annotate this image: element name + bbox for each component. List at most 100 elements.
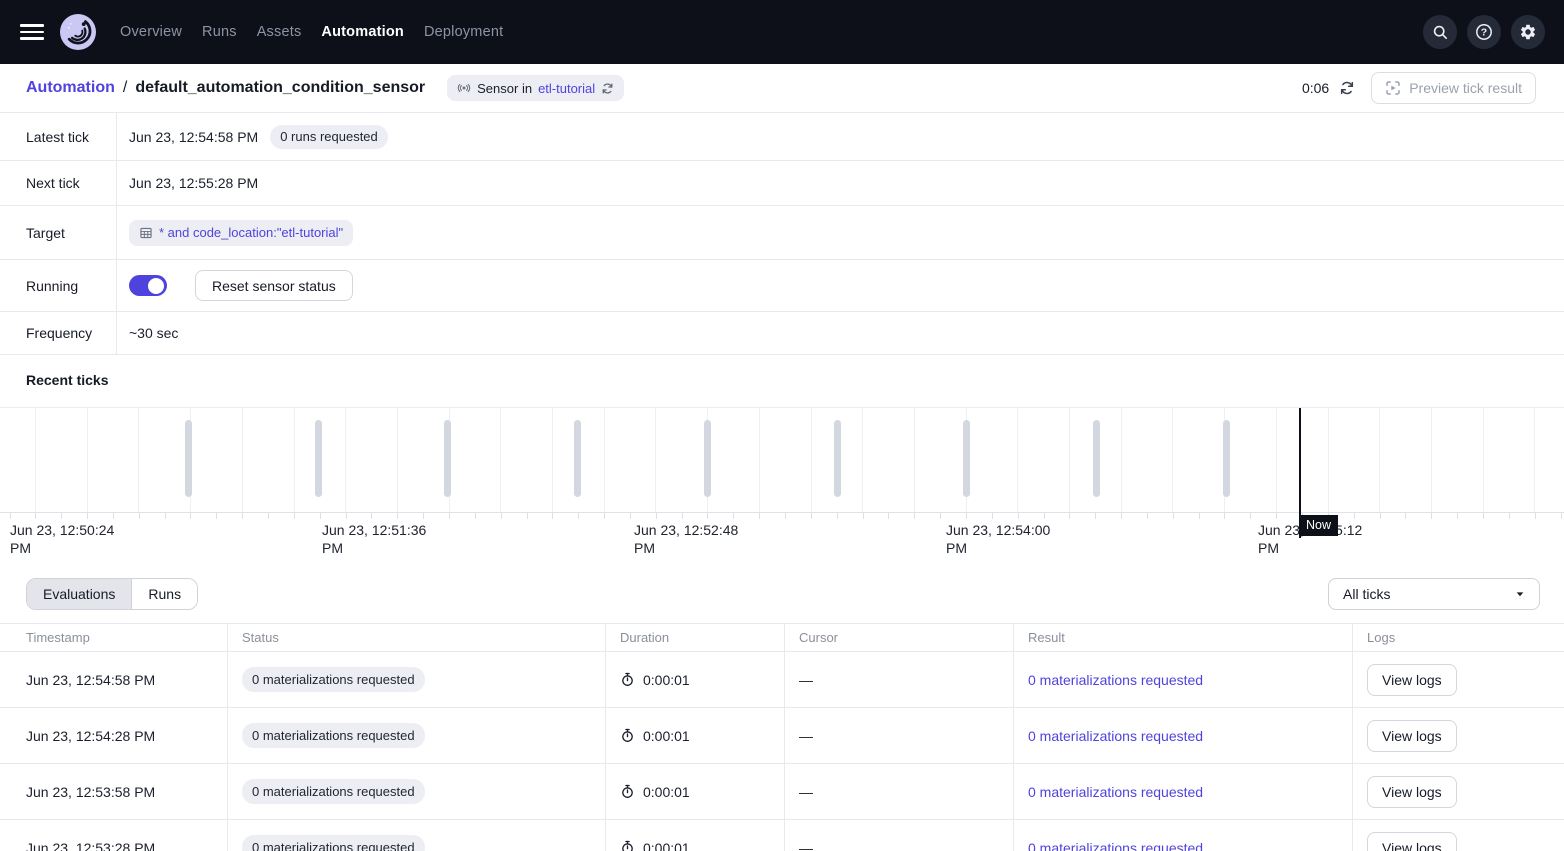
axis-tick-mark (1509, 513, 1510, 519)
refresh-countdown: 0:06 (1302, 80, 1329, 96)
view-logs-button[interactable]: View logs (1367, 720, 1457, 752)
chart-gridline (1483, 408, 1484, 512)
tick-status-badge: 0 materializations requested (242, 667, 425, 692)
table-row: Jun 23, 12:54:58 PM 0 materializations r… (0, 652, 1564, 708)
chart-gridline (87, 408, 88, 512)
tab-evaluations[interactable]: Evaluations (27, 579, 131, 609)
chart-gridline (1328, 408, 1329, 512)
axis-tick-mark (216, 513, 217, 519)
view-logs-button[interactable]: View logs (1367, 664, 1457, 696)
view-logs-button[interactable]: View logs (1367, 776, 1457, 808)
axis-tick-mark (1250, 513, 1251, 519)
axis-tick-mark (1276, 513, 1277, 519)
sensor-details: Latest tick Jun 23, 12:54:58 PM 0 runs r… (0, 113, 1564, 355)
tick-filter-dropdown[interactable]: All ticks (1328, 578, 1540, 610)
menu-icon[interactable] (20, 18, 48, 46)
latest-tick-label: Latest tick (0, 113, 117, 160)
tick-result-link[interactable]: 0 materializations requested (1028, 784, 1203, 800)
preview-tick-icon (1385, 80, 1401, 96)
axis-tick-mark (1457, 513, 1458, 519)
axis-tick-mark (966, 513, 967, 519)
tab-runs[interactable]: Runs (131, 579, 197, 609)
reload-location-icon[interactable] (601, 82, 614, 95)
nav-item-assets[interactable]: Assets (257, 24, 302, 40)
chart-gridline (552, 408, 553, 512)
breadcrumb-automation-link[interactable]: Automation (26, 79, 115, 97)
axis-label: Jun 23, 12:54:00 PM (946, 521, 1054, 557)
chart-gridline (35, 408, 36, 512)
axis-tick-mark (87, 513, 88, 519)
nav-item-runs[interactable]: Runs (202, 24, 237, 40)
latest-tick-value: Jun 23, 12:54:58 PM (129, 129, 258, 145)
chart-gridline (655, 408, 656, 512)
frequency-label: Frequency (0, 312, 117, 354)
tick-result-link[interactable]: 0 materializations requested (1028, 840, 1203, 851)
axis-label: Jun 23, 12:50:24 PM (10, 521, 118, 557)
axis-tick-mark (371, 513, 372, 519)
chart-gridline (1276, 408, 1277, 512)
tick-bar[interactable] (834, 420, 841, 497)
dagster-logo[interactable] (60, 14, 96, 50)
nav-item-overview[interactable]: Overview (120, 24, 182, 40)
recent-ticks-chart[interactable]: Jun 23, 12:50:24 PMJun 23, 12:51:36 PMJu… (0, 407, 1564, 552)
tick-cursor: — (784, 764, 1013, 819)
axis-tick-mark (10, 513, 11, 519)
axis-tick-mark (527, 513, 528, 519)
axis-tick-mark (1431, 513, 1432, 519)
axis-tick-mark (294, 513, 295, 519)
next-tick-value: Jun 23, 12:55:28 PM (129, 175, 258, 191)
running-label: Running (0, 260, 117, 311)
gear-icon[interactable] (1511, 15, 1545, 49)
axis-tick-mark (733, 513, 734, 519)
tick-bar[interactable] (574, 420, 581, 497)
tick-result-link[interactable]: 0 materializations requested (1028, 672, 1203, 688)
chevron-down-icon (1513, 587, 1527, 601)
axis-tick-mark (1069, 513, 1070, 519)
tick-timestamp: Jun 23, 12:53:28 PM (0, 820, 227, 851)
breadcrumb-row: Automation / default_automation_conditio… (0, 64, 1564, 113)
latest-tick-status-badge: 0 runs requested (270, 125, 388, 149)
tick-bar[interactable] (315, 420, 322, 497)
refresh-icon[interactable] (1339, 80, 1355, 96)
asset-selection-badge[interactable]: * and code_location:"etl-tutorial" (129, 220, 353, 246)
breadcrumb: Automation / default_automation_conditio… (26, 75, 624, 101)
chart-gridline (1017, 408, 1018, 512)
tick-timestamp: Jun 23, 12:53:58 PM (0, 764, 227, 819)
tick-bar[interactable] (963, 420, 970, 497)
axis-tick-mark (1561, 513, 1562, 519)
tick-result-link[interactable]: 0 materializations requested (1028, 728, 1203, 744)
running-toggle[interactable] (129, 275, 167, 296)
nav-item-automation[interactable]: Automation (321, 24, 404, 40)
axis-tick-mark (682, 513, 683, 519)
col-header-status: Status (227, 624, 605, 651)
axis-tick-mark (888, 513, 889, 519)
chart-gridline (1431, 408, 1432, 512)
tick-bar[interactable] (185, 420, 192, 497)
latest-tick-row: Latest tick Jun 23, 12:54:58 PM 0 runs r… (0, 113, 1564, 161)
nav-item-deployment[interactable]: Deployment (424, 24, 503, 40)
axis-tick-mark (1405, 513, 1406, 519)
tick-bar[interactable] (704, 420, 711, 497)
next-tick-row: Next tick Jun 23, 12:55:28 PM (0, 161, 1564, 206)
preview-tick-result-button[interactable]: Preview tick result (1371, 72, 1536, 104)
reset-sensor-status-button[interactable]: Reset sensor status (195, 270, 353, 301)
table-row: Jun 23, 12:54:28 PM 0 materializations r… (0, 708, 1564, 764)
col-header-cursor: Cursor (784, 624, 1013, 651)
help-icon[interactable]: ? (1467, 15, 1501, 49)
axis-tick-mark (268, 513, 269, 519)
axis-tick-mark (1380, 513, 1381, 519)
tick-bar[interactable] (444, 420, 451, 497)
search-icon[interactable] (1423, 15, 1457, 49)
tick-cursor: — (784, 820, 1013, 851)
tick-bar[interactable] (1223, 420, 1230, 497)
chart-gridline (138, 408, 139, 512)
axis-tick-mark (501, 513, 502, 519)
tick-bar[interactable] (1093, 420, 1100, 497)
breadcrumb-separator: / (123, 79, 127, 97)
axis-tick-mark (1535, 513, 1536, 519)
target-row: Target * and code_location:"etl-tutorial… (0, 206, 1564, 260)
axis-tick-mark (1147, 513, 1148, 519)
view-logs-button[interactable]: View logs (1367, 832, 1457, 851)
evaluations-table-body: Jun 23, 12:54:58 PM 0 materializations r… (0, 652, 1564, 851)
code-location-link[interactable]: etl-tutorial (538, 81, 595, 96)
